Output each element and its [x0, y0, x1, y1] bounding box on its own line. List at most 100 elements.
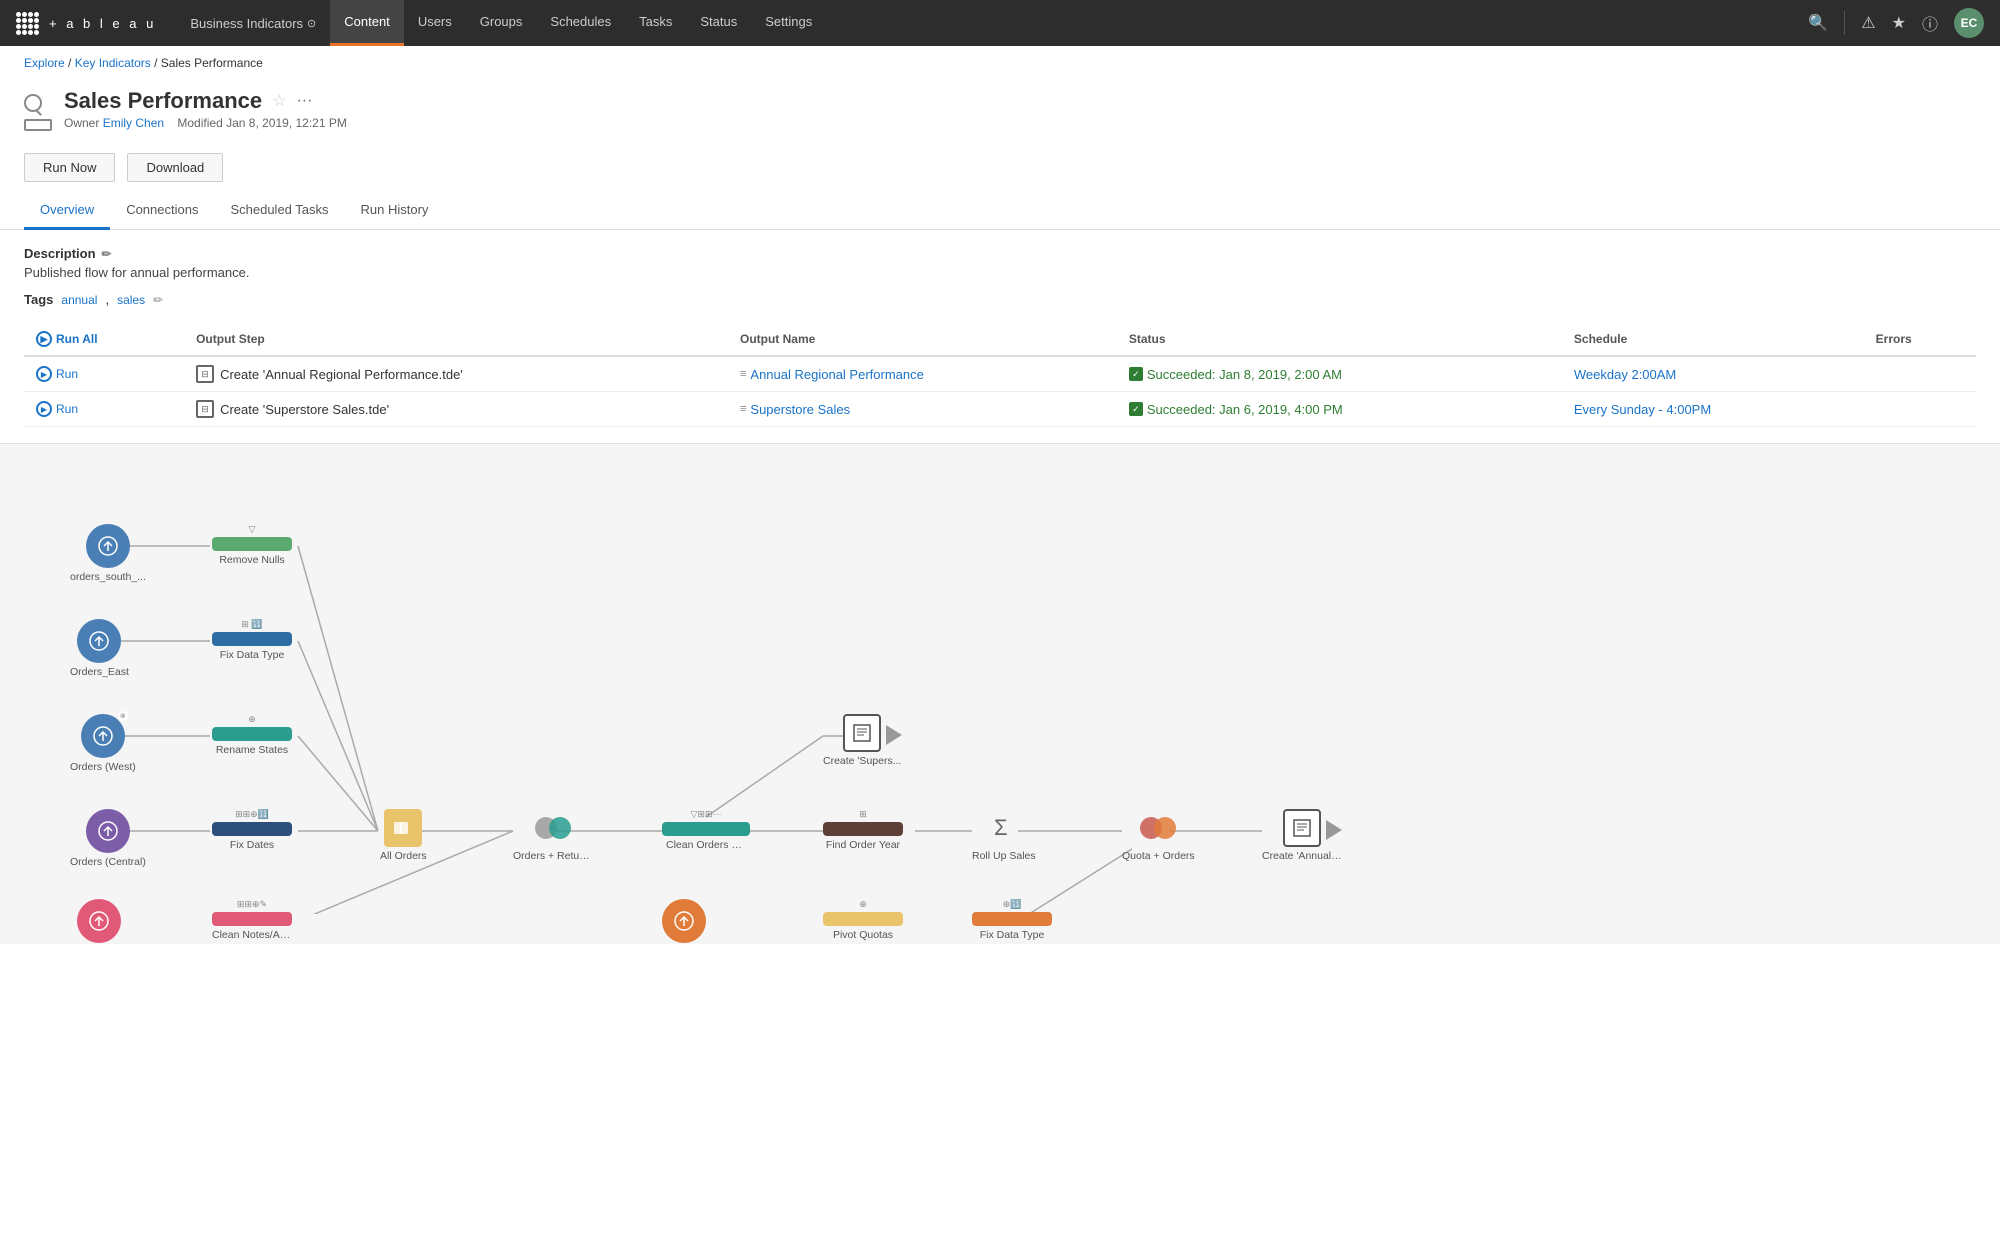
- status-badge-row2: ✓ Succeeded: Jan 6, 2019, 4:00 PM: [1129, 402, 1550, 417]
- output-icon: [1283, 809, 1321, 847]
- node-orders-returns[interactable]: Orders + Returns: [513, 809, 593, 862]
- node-label: Remove Nulls: [219, 554, 284, 566]
- logo-grid-icon: [16, 12, 39, 35]
- nav-tasks[interactable]: Tasks: [625, 0, 686, 46]
- node-label: All Orders: [380, 850, 427, 862]
- info-icon[interactable]: ⓘ: [1922, 11, 1938, 35]
- node-label: Fix Data Type: [980, 929, 1045, 941]
- nav-settings[interactable]: Settings: [751, 0, 826, 46]
- check-icon: ✓: [1129, 367, 1143, 381]
- step-bar-icon: [212, 822, 292, 836]
- play-icon: [878, 719, 910, 751]
- flow-wrapper: orders_south_... Orders_East ⊗ Orders (W…: [40, 474, 1960, 914]
- node-label: Fix Data Type: [220, 649, 285, 661]
- nav-status[interactable]: Status: [686, 0, 751, 46]
- tab-connections[interactable]: Connections: [110, 192, 214, 230]
- nav-content[interactable]: Content: [330, 0, 404, 46]
- page-title: Sales Performance: [64, 88, 262, 114]
- step-bar-icon: [212, 537, 292, 551]
- tableau-logo[interactable]: + a b l e a u: [16, 12, 156, 35]
- output-name-link-row1[interactable]: Annual Regional Performance: [750, 367, 923, 382]
- nav-links: Business Indicators ⊙ Content Users Grou…: [176, 0, 1808, 46]
- node-all-orders[interactable]: All Orders: [380, 809, 427, 862]
- breadcrumb-explore[interactable]: Explore: [24, 56, 65, 70]
- node-label: Orders + Returns: [513, 850, 593, 862]
- col-status: Status: [1117, 323, 1562, 356]
- more-options-button[interactable]: ···: [296, 92, 312, 110]
- node-quota-orders[interactable]: Quota + Orders: [1122, 809, 1195, 862]
- node-play-annual[interactable]: [1318, 814, 1350, 846]
- node-clean-orders[interactable]: ▽⊞⊞··· Clean Orders + ...: [662, 809, 750, 851]
- node-play-supers[interactable]: [878, 719, 910, 751]
- node-label: Orders (Central): [70, 856, 146, 868]
- search-icon[interactable]: 🔍: [1808, 13, 1828, 33]
- play-icon: [1318, 814, 1350, 846]
- node-roll-up-sales[interactable]: Σ Roll Up Sales: [972, 809, 1036, 862]
- download-button[interactable]: Download: [127, 153, 223, 182]
- run-button-row2[interactable]: ▶ Run: [36, 401, 172, 417]
- node-clean-notes[interactable]: ⊞⊞⊕✎ Clean Notes/Ap...: [212, 899, 292, 941]
- datasource-icon: ≡: [740, 368, 746, 380]
- node-label: Quota + Orders: [1122, 850, 1195, 862]
- nav-groups[interactable]: Groups: [466, 0, 537, 46]
- node-rename-states[interactable]: ⊕ Rename States: [212, 714, 292, 756]
- node-remove-nulls[interactable]: ▽ Remove Nulls: [212, 524, 292, 566]
- action-buttons: Run Now Download: [0, 143, 2000, 192]
- svg-text:Σ: Σ: [994, 815, 1008, 840]
- star-button[interactable]: ☆: [272, 91, 286, 111]
- edit-description-icon[interactable]: ✏: [102, 247, 112, 261]
- breadcrumb-key-indicators[interactable]: Key Indicators: [75, 56, 151, 70]
- top-nav: + a b l e a u Business Indicators ⊙ Cont…: [0, 0, 2000, 46]
- node-label: Clean Notes/Ap...: [212, 929, 292, 941]
- step-bar-icon: [972, 912, 1052, 926]
- run-button-row1[interactable]: ▶ Run: [36, 366, 172, 382]
- node-fix-data-type2[interactable]: ⊕🔢 Fix Data Type: [972, 899, 1052, 941]
- node-quota[interactable]: Quota: [662, 899, 706, 944]
- run-all-button[interactable]: ▶ Run All: [36, 331, 172, 347]
- owner-link[interactable]: Emily Chen: [103, 116, 164, 130]
- step-bar-icon: [212, 727, 292, 741]
- flow-icon: [24, 94, 52, 131]
- nav-right: 🔍 ⚠ ★ ⓘ EC: [1808, 8, 1984, 38]
- join2-icon: [1139, 809, 1177, 847]
- node-label: Roll Up Sales: [972, 850, 1036, 862]
- output-table: ▶ Run All Output Step Output Name Status…: [24, 323, 1976, 427]
- node-orders-west[interactable]: ⊗ Orders (West): [70, 714, 136, 773]
- run-circle-icon: ▶: [36, 366, 52, 382]
- edit-tags-icon[interactable]: ✏: [153, 293, 163, 307]
- flow-canvas: orders_south_... Orders_East ⊗ Orders (W…: [0, 443, 2000, 944]
- nav-business-indicators[interactable]: Business Indicators ⊙: [176, 0, 330, 46]
- tag-annual[interactable]: annual: [61, 293, 97, 307]
- nav-users[interactable]: Users: [404, 0, 466, 46]
- node-fix-data-type[interactable]: ⊞ 🔢 Fix Data Type: [212, 619, 292, 661]
- tab-run-history[interactable]: Run History: [345, 192, 445, 230]
- run-now-button[interactable]: Run Now: [24, 153, 115, 182]
- alert-icon[interactable]: ⚠: [1861, 13, 1875, 33]
- tag-sales[interactable]: sales: [117, 293, 145, 307]
- breadcrumb: Explore / Key Indicators / Sales Perform…: [0, 46, 2000, 80]
- node-label: Orders_East: [70, 666, 129, 678]
- node-returns-all[interactable]: Returns (all): [70, 899, 127, 944]
- tags-section: Tags annual , sales ✏: [24, 292, 1976, 307]
- node-orders-east[interactable]: Orders_East: [70, 619, 129, 678]
- input-circle-icon: [86, 809, 130, 853]
- favorites-icon[interactable]: ★: [1892, 13, 1906, 33]
- table-row: ▶ Run ⊟ Create 'Annual Regional Performa…: [24, 356, 1976, 392]
- breadcrumb-current: Sales Performance: [161, 56, 263, 70]
- step-bar-icon: [823, 822, 903, 836]
- node-pivot-quotas[interactable]: ⊕ Pivot Quotas: [823, 899, 903, 941]
- output-name-link-row2[interactable]: Superstore Sales: [750, 402, 850, 417]
- node-orders-central[interactable]: Orders (Central): [70, 809, 146, 868]
- tab-overview[interactable]: Overview: [24, 192, 110, 230]
- node-orders-south[interactable]: orders_south_...: [70, 524, 146, 583]
- schedule-link-row2[interactable]: Every Sunday - 4:00PM: [1574, 402, 1711, 417]
- user-avatar[interactable]: EC: [1954, 8, 1984, 38]
- node-label: Create 'Supers...: [823, 755, 901, 767]
- node-find-order-year[interactable]: ⊞ Find Order Year: [823, 809, 903, 851]
- schedule-link-row1[interactable]: Weekday 2:00AM: [1574, 367, 1676, 382]
- tab-scheduled-tasks[interactable]: Scheduled Tasks: [214, 192, 344, 230]
- nav-schedules[interactable]: Schedules: [536, 0, 625, 46]
- node-label: Orders (West): [70, 761, 136, 773]
- node-fix-dates[interactable]: ⊞⊞⊕🔢 Fix Dates: [212, 809, 292, 851]
- input-circle-icon: [77, 899, 121, 943]
